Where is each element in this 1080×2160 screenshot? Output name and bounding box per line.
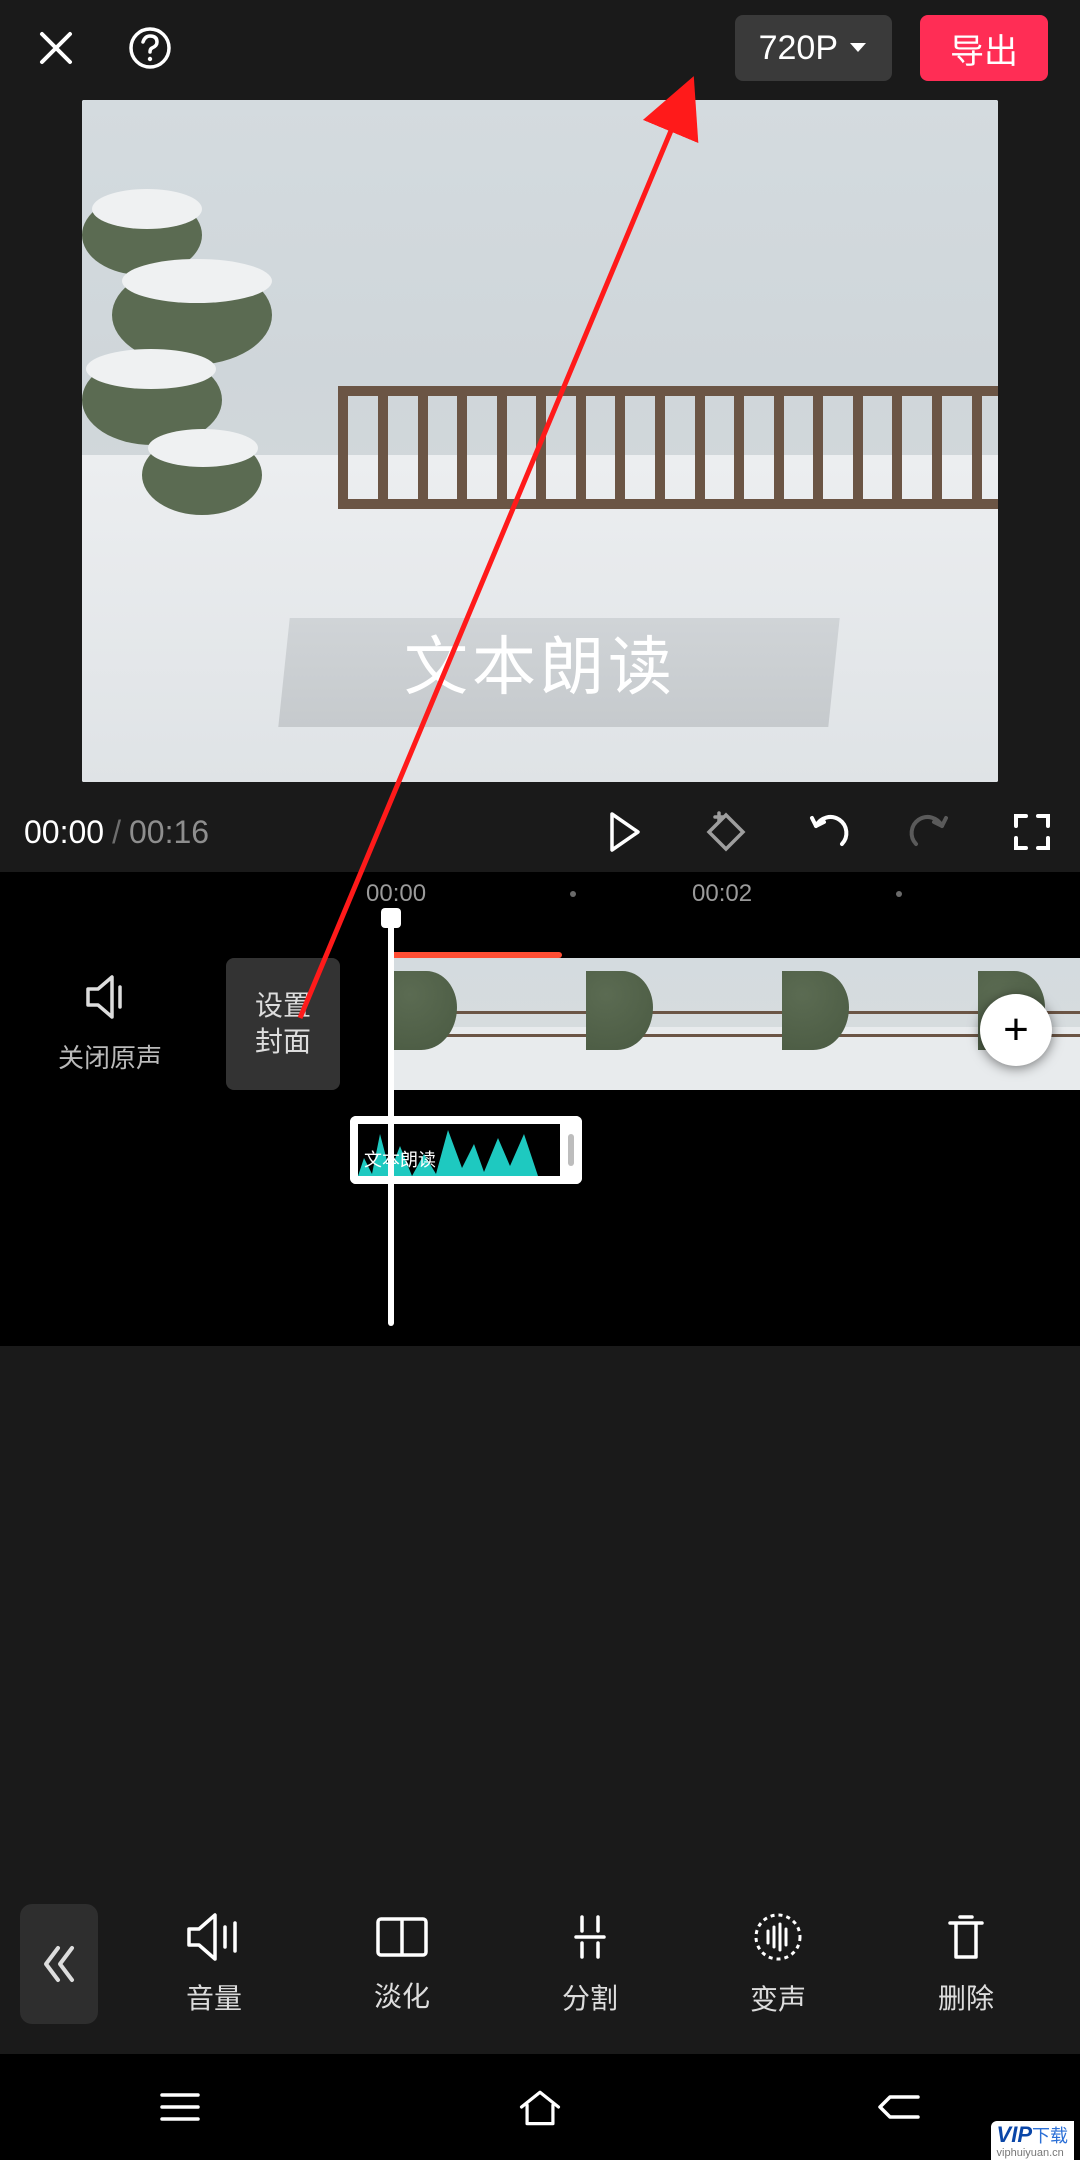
header-left-group: [32, 24, 174, 72]
undo-button[interactable]: [804, 808, 852, 856]
timeline-ruler[interactable]: 00:00 00:02: [0, 872, 1080, 916]
add-clip-button[interactable]: +: [980, 994, 1052, 1066]
ruler-dot: [570, 891, 576, 897]
help-button[interactable]: [126, 24, 174, 72]
audio-clip-handle-right[interactable]: [560, 1116, 582, 1184]
time-display: 00:00/00:16: [24, 814, 209, 851]
menu-icon: [158, 2089, 202, 2125]
keyframe-button[interactable]: [702, 808, 750, 856]
delete-icon: [942, 1911, 990, 1963]
export-label: 导出: [950, 24, 1018, 73]
plus-icon: +: [1003, 1005, 1029, 1055]
export-button[interactable]: 导出: [920, 15, 1048, 81]
preview-frame: 文本朗读: [82, 100, 998, 782]
system-nav-bar: [0, 2054, 1080, 2160]
fullscreen-button[interactable]: [1008, 808, 1056, 856]
keyframe-icon: [705, 811, 747, 853]
audio-clip[interactable]: 文本朗读: [350, 1116, 582, 1184]
volume-icon: [185, 1911, 243, 1963]
clip-thumbnail[interactable]: [586, 958, 782, 1090]
close-icon: [36, 28, 76, 68]
nav-menu-button[interactable]: [156, 2083, 204, 2131]
tool-label: 变声: [750, 1978, 806, 2018]
video-clips-strip[interactable]: [390, 958, 1080, 1090]
set-cover-label: 设置 封面: [255, 988, 311, 1061]
timeline-area[interactable]: 关闭原声 设置 封面 + 文本朗读: [0, 916, 1080, 1346]
audio-clip-label: 文本朗读: [364, 1146, 436, 1172]
tool-split[interactable]: 分割: [496, 1911, 684, 2017]
play-button[interactable]: [600, 808, 648, 856]
tool-label: 音量: [186, 1977, 242, 2017]
ruler-dot: [896, 891, 902, 897]
playback-controls: [600, 808, 1056, 856]
redo-icon: [908, 812, 952, 852]
tool-volume[interactable]: 音量: [120, 1911, 308, 2017]
resolution-selector[interactable]: 720P: [735, 15, 892, 81]
tool-fade[interactable]: 淡化: [308, 1913, 496, 2015]
tool-label: 删除: [938, 1977, 994, 2017]
watermark-site: viphuiyuan.cn: [997, 2148, 1068, 2159]
set-cover-button[interactable]: 设置 封面: [226, 958, 340, 1090]
back-icon: [876, 2089, 924, 2125]
watermark-sub: 下载: [1032, 2126, 1068, 2146]
watermark: VIP下载 viphuiyuan.cn: [991, 2121, 1074, 2160]
video-preview[interactable]: 文本朗读: [82, 100, 998, 782]
tool-voice-change[interactable]: 变声: [684, 1910, 872, 2018]
nav-back-button[interactable]: [876, 2083, 924, 2131]
redo-button[interactable]: [906, 808, 954, 856]
ruler-tick-b: 00:02: [692, 880, 752, 908]
watermark-brand: VIP: [997, 2122, 1032, 2147]
video-track: 关闭原声 设置 封面 +: [0, 958, 1080, 1090]
help-icon: [128, 26, 172, 70]
home-icon: [516, 2085, 564, 2129]
play-icon: [606, 812, 642, 852]
fade-icon: [374, 1913, 430, 1961]
undo-icon: [806, 812, 850, 852]
preview-overlay-text: 文本朗读: [82, 616, 998, 708]
top-header: 720P 导出: [0, 0, 1080, 96]
clip-thumbnail[interactable]: [782, 958, 978, 1090]
tool-label: 分割: [562, 1977, 618, 2017]
ruler-tick-a: 00:00: [366, 880, 426, 908]
video-editor-app: 720P 导出: [0, 0, 1080, 2160]
mute-original-audio[interactable]: 关闭原声: [0, 973, 220, 1075]
nav-home-button[interactable]: [516, 2083, 564, 2131]
close-button[interactable]: [32, 24, 80, 72]
duration-time: 00:16: [129, 814, 209, 850]
clip-thumbnail[interactable]: [390, 958, 586, 1090]
chevron-down-icon: [848, 41, 868, 55]
resolution-label: 720P: [759, 29, 838, 68]
header-right-group: 720P 导出: [735, 15, 1048, 81]
mute-label: 关闭原声: [0, 1038, 220, 1075]
speaker-icon: [84, 973, 136, 1021]
chevrons-left-icon: [40, 1942, 78, 1986]
voice-change-icon: [751, 1910, 805, 1964]
toolbar-back-button[interactable]: [20, 1904, 98, 2024]
fullscreen-icon: [1012, 812, 1052, 852]
tool-delete[interactable]: 删除: [872, 1911, 1060, 2017]
playback-bar: 00:00/00:16: [0, 792, 1080, 872]
split-icon: [566, 1911, 614, 1963]
playhead[interactable]: [388, 916, 394, 1326]
tool-label: 淡化: [374, 1975, 430, 2015]
current-time: 00:00: [24, 814, 104, 850]
bottom-toolbar: 音量 淡化 分割 变声 删除: [0, 1874, 1080, 2054]
